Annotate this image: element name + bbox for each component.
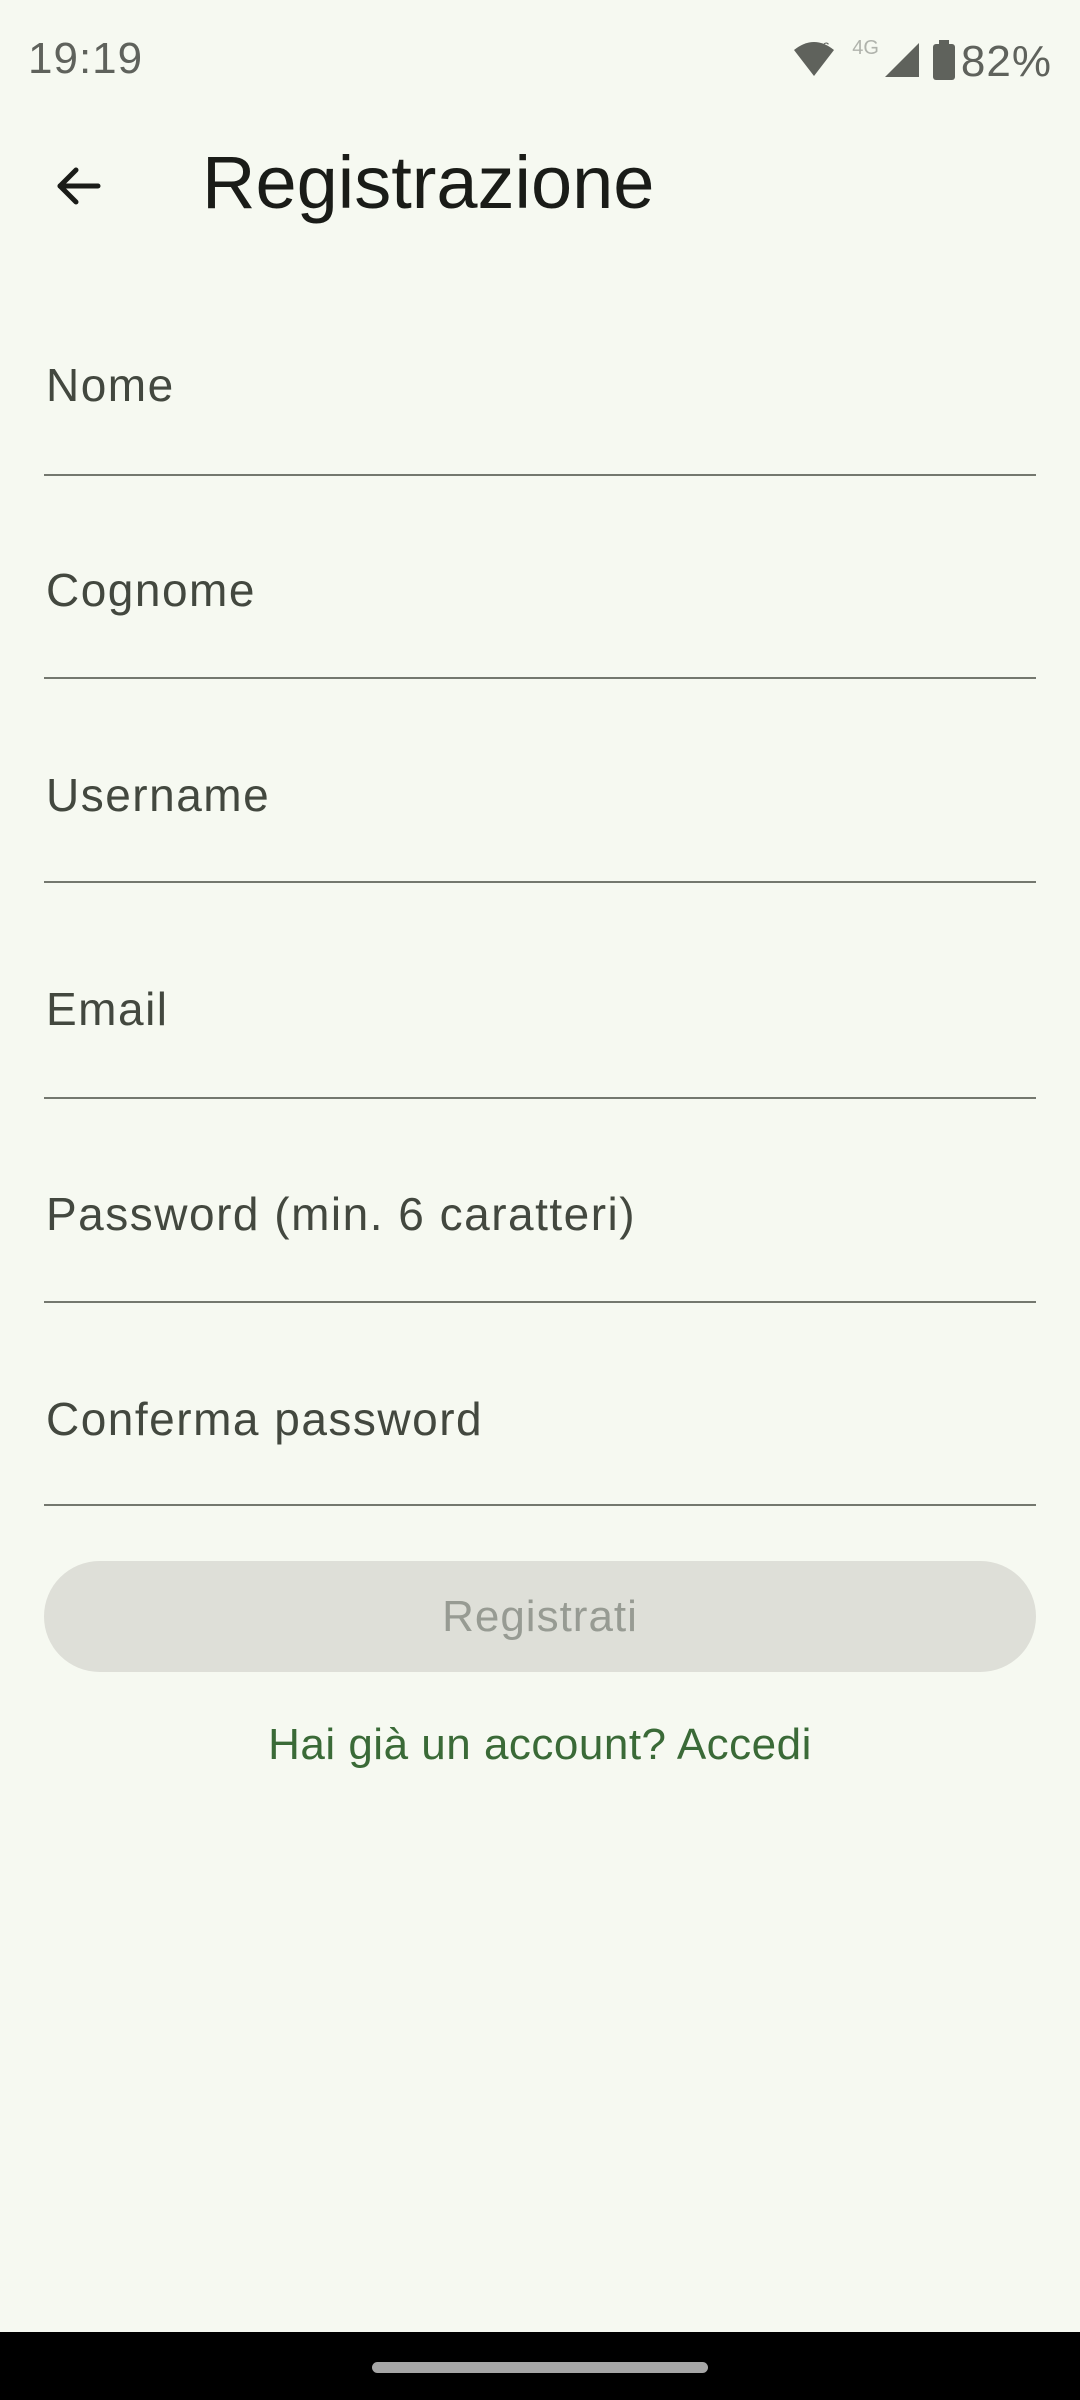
password-input[interactable] <box>44 1157 1040 1303</box>
nome-input[interactable] <box>44 330 1040 476</box>
page-title: Registrazione <box>202 141 655 224</box>
wifi-icon: 6 <box>792 39 836 85</box>
arrow-back-icon <box>52 160 104 217</box>
home-handle[interactable] <box>372 2362 708 2373</box>
cell-signal-icon <box>883 41 921 84</box>
cognome-input[interactable] <box>44 533 1040 679</box>
svg-text:6: 6 <box>822 40 830 55</box>
login-link[interactable]: Hai già un account? Accedi <box>0 1720 1080 1770</box>
email-field[interactable]: Email <box>44 948 1040 1099</box>
network-type-label: 4G <box>852 36 879 59</box>
username-field[interactable]: Username <box>44 736 1040 883</box>
confirm-password-input[interactable] <box>44 1360 1040 1506</box>
password-field[interactable]: Password (min. 6 caratteri) <box>44 1157 1040 1303</box>
register-button[interactable]: Registrati <box>44 1561 1036 1672</box>
username-input[interactable] <box>44 736 1040 883</box>
battery-icon <box>932 39 955 85</box>
status-time: 19:19 <box>28 34 144 83</box>
confirm-password-field[interactable]: Conferma password <box>44 1360 1040 1506</box>
nome-field[interactable]: Nome <box>44 330 1040 476</box>
battery-percent: 82% <box>960 37 1052 86</box>
navigation-bar <box>0 2332 1080 2400</box>
app-bar: Registrazione <box>0 126 1080 240</box>
status-icons: 6 4G 82% <box>792 36 1052 88</box>
cognome-field[interactable]: Cognome <box>44 533 1040 679</box>
back-button[interactable] <box>36 146 120 230</box>
email-input[interactable] <box>44 948 1040 1099</box>
status-bar: 19:19 6 4G 82% <box>0 0 1080 126</box>
